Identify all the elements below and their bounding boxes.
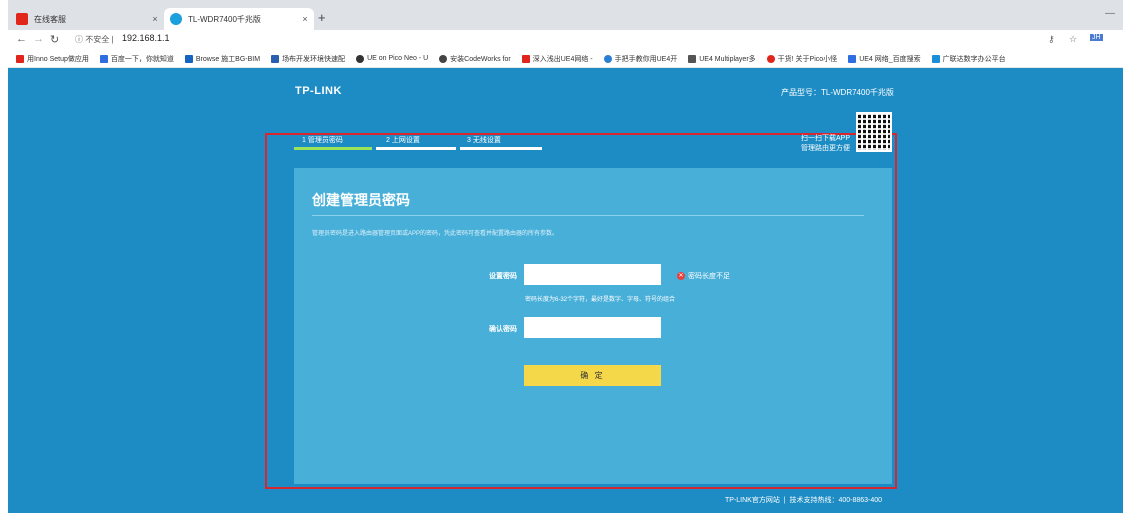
- bookmark-icon: [271, 54, 280, 63]
- qr-line: 管理路由更方便: [801, 145, 850, 152]
- product-model: 产品型号：TL-WDR7400千兆版: [781, 88, 894, 97]
- router-setup-page: TP-LINK 产品型号：TL-WDR7400千兆版 1 管理员密码 2 上网设…: [8, 68, 1123, 513]
- page-footer: TP-LINK官方网站 | 技术支持热线：400-8863-400: [725, 495, 882, 505]
- password-error: ✕ 密码长度不足: [677, 271, 730, 281]
- bookmark-label: 场布开发环境快速配: [282, 55, 346, 63]
- error-text: 密码长度不足: [688, 273, 730, 280]
- bookmark-icon: [931, 54, 940, 63]
- tab-title: TL-WDR7400千兆版: [188, 14, 261, 24]
- address-bar[interactable]: 192.168.1.1: [122, 33, 170, 43]
- bookmark-item[interactable]: 安装CodeWorks for: [439, 54, 511, 64]
- bookmark-icon: [184, 54, 193, 63]
- app-download-text: 扫一扫下载APP 管理路由更方便: [788, 134, 850, 154]
- tplink-favicon-icon: [170, 13, 182, 25]
- bookmarks-bar: 用Inno Setup做应用 百度一下，你就知道 Browse 施工BG-BIM…: [8, 50, 1123, 68]
- bookmark-label: 用Inno Setup做应用: [27, 55, 89, 63]
- qr-code-icon: [856, 112, 892, 152]
- support-hotline: 技术支持热线：400-8863-400: [789, 497, 883, 504]
- bookmark-icon: [766, 54, 775, 63]
- bookmark-icon: [848, 54, 857, 63]
- security-label: 不安全: [85, 35, 110, 44]
- step-2-label: 2 上网设置: [386, 137, 420, 144]
- step-3-label: 3 无线设置: [467, 137, 501, 144]
- step-3-bar: [460, 147, 542, 150]
- minimize-button[interactable]: —: [1105, 8, 1115, 19]
- bookmark-label: 深入浅出UE4网络 -: [532, 55, 593, 63]
- bookmark-label: 安装CodeWorks for: [450, 55, 511, 63]
- bookmark-item[interactable]: 手把手教你用UE4开: [603, 54, 678, 64]
- tab-close-icon[interactable]: ×: [146, 14, 164, 24]
- card-description: 管理员密码是进入路由器管理页面或APP的密码，凭此密码可查看并配置路由器的所有参…: [312, 231, 559, 237]
- bookmark-icon: [439, 54, 448, 63]
- back-icon[interactable]: ←: [16, 33, 27, 45]
- card-title: 创建管理员密码: [312, 192, 410, 208]
- card-divider: [312, 215, 864, 216]
- navigation-bar: ← → ↻ ⓘ 不安全 | 192.168.1.1 ⚷ ☆ JH: [8, 30, 1123, 50]
- bookmark-item[interactable]: UE on Pico Neo - U: [356, 54, 429, 63]
- bookmark-label: 干货! 关于Pico小怪: [777, 55, 838, 63]
- bookmark-item[interactable]: 用Inno Setup做应用: [16, 54, 89, 64]
- reload-icon[interactable]: ↻: [50, 33, 59, 46]
- bookmark-icon: [603, 54, 612, 63]
- new-tab-button[interactable]: +: [318, 10, 326, 25]
- bookmark-icon: [356, 54, 365, 63]
- tab-customer-service[interactable]: 在线客服 ×: [14, 8, 164, 30]
- star-icon[interactable]: ☆: [1069, 34, 1077, 45]
- bookmark-label: UE on Pico Neo - U: [367, 55, 429, 62]
- step-1-label: 1 管理员密码: [302, 137, 343, 144]
- bookmark-item[interactable]: 干货! 关于Pico小怪: [766, 54, 838, 64]
- bookmark-icon: [99, 54, 108, 63]
- confirm-button[interactable]: 确 定: [524, 365, 661, 386]
- bookmark-label: 手把手教你用UE4开: [614, 55, 678, 63]
- set-password-input[interactable]: [524, 264, 661, 285]
- tab-close-icon[interactable]: ×: [296, 14, 314, 24]
- jd-favicon-icon: [16, 13, 28, 25]
- bookmark-icon: [688, 54, 697, 63]
- key-icon[interactable]: ⚷: [1048, 34, 1055, 45]
- bookmark-label: UE4 网络_百度搜索: [859, 55, 921, 63]
- bookmark-label: 广联达数字办公平台: [942, 55, 1006, 63]
- bookmark-item[interactable]: UE4 网络_百度搜索: [848, 54, 921, 64]
- tab-router[interactable]: TL-WDR7400千兆版 ×: [164, 8, 314, 30]
- qr-line: 扫一扫下载APP: [800, 135, 850, 142]
- bookmark-label: UE4 Multiplayer多: [699, 55, 756, 63]
- bookmark-item[interactable]: 百度一下，你就知道: [99, 54, 174, 64]
- password-card: 创建管理员密码 管理员密码是进入路由器管理页面或APP的密码，凭此密码可查看并配…: [294, 168, 892, 484]
- site-info[interactable]: ⓘ 不安全 |: [75, 34, 114, 45]
- official-site-link[interactable]: TP-LINK官方网站: [725, 497, 780, 504]
- bookmark-label: Browse 施工BG-BIM: [195, 55, 261, 63]
- bookmark-label: 百度一下，你就知道: [110, 55, 174, 63]
- confirm-password-input[interactable]: [524, 317, 661, 338]
- step-1-bar: [294, 147, 372, 150]
- error-icon: ✕: [677, 272, 685, 280]
- tab-title: 在线客服: [34, 14, 66, 24]
- footer-separator: |: [783, 497, 786, 504]
- bookmark-item[interactable]: 广联达数字办公平台: [931, 54, 1006, 64]
- tab-bar: 在线客服 × TL-WDR7400千兆版 × + —: [8, 0, 1123, 30]
- forward-icon[interactable]: →: [33, 33, 44, 45]
- browser-window: 在线客服 × TL-WDR7400千兆版 × + — ← → ↻ ⓘ 不安全 |…: [8, 0, 1123, 513]
- bookmark-item[interactable]: 场布开发环境快速配: [271, 54, 345, 64]
- tplink-logo: TP-LINK: [295, 85, 342, 97]
- bookmark-icon: [16, 54, 24, 63]
- extension-icon[interactable]: JH: [1090, 34, 1103, 41]
- step-2-bar: [376, 147, 456, 150]
- bookmark-icon: [521, 54, 530, 63]
- bookmark-item[interactable]: 深入浅出UE4网络 -: [521, 54, 593, 64]
- bookmark-item[interactable]: Browse 施工BG-BIM: [184, 54, 261, 64]
- password-hint: 密码长度为6-32个字符，最好是数字、字母、符号的组合: [525, 297, 676, 303]
- confirm-password-label: 确认密码: [489, 326, 517, 333]
- set-password-label: 设置密码: [489, 273, 517, 280]
- bookmark-item[interactable]: UE4 Multiplayer多: [688, 54, 756, 64]
